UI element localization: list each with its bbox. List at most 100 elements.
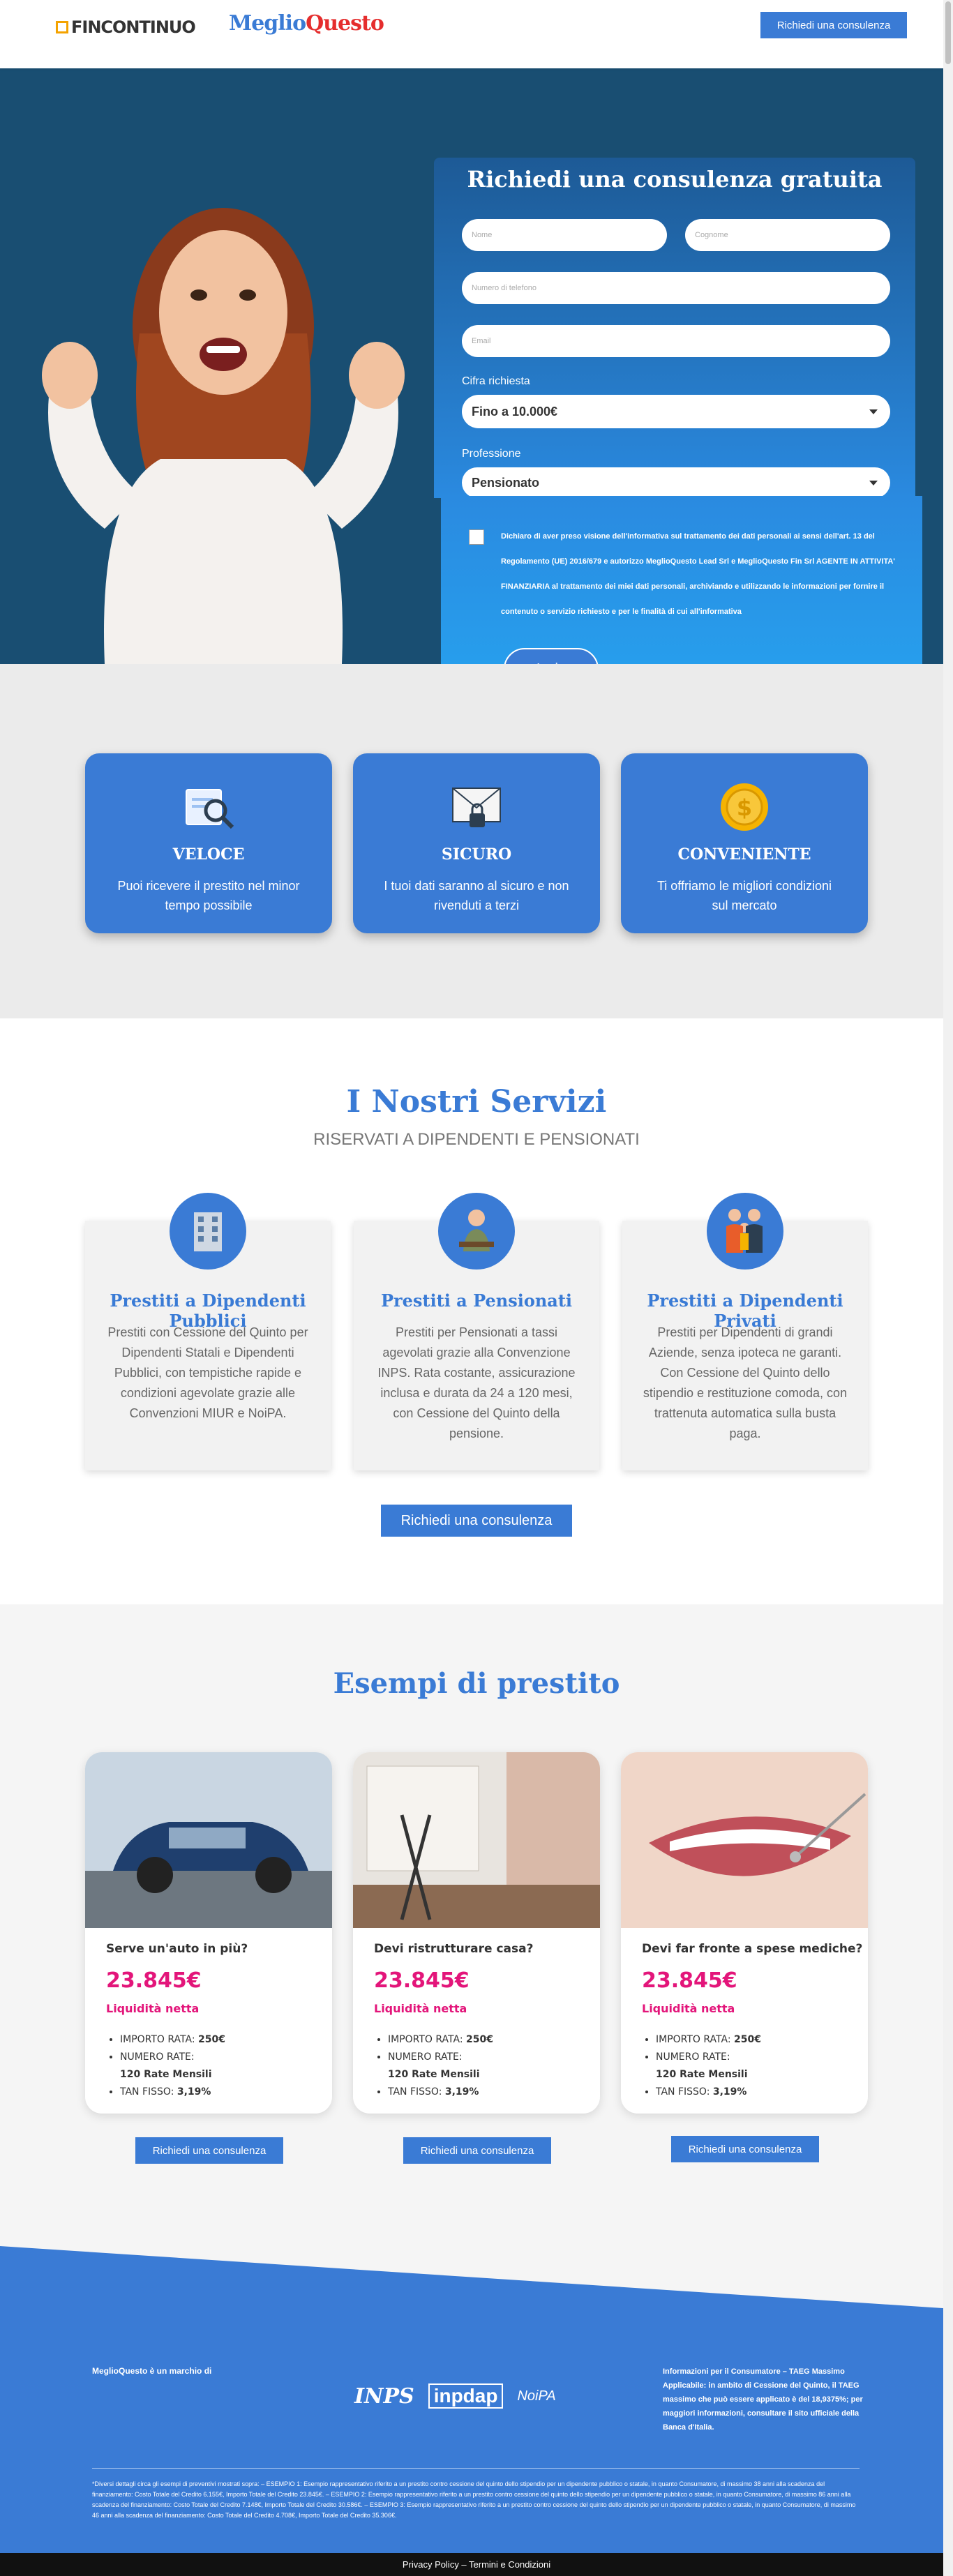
- fincontinuo-logo[interactable]: FINCONTINUO: [56, 17, 196, 37]
- loan-medico-cta-button[interactable]: Richiedi una consulenza: [671, 2136, 819, 2162]
- loan-detail-tan: TAN FISSO: 3,19%: [388, 2084, 590, 2101]
- service-title: Prestiti a Pensionati: [380, 1290, 573, 1311]
- meglioquesto-logo[interactable]: MeglioQuesto: [229, 11, 384, 36]
- profession-select-value: Pensionato: [472, 475, 540, 490]
- service-card-pubblici: Prestiti a Dipendenti Pubblici Prestiti …: [85, 1193, 331, 1470]
- header-cta-button[interactable]: Richiedi una consulenza: [760, 12, 907, 38]
- feature-title: SICURO: [441, 845, 512, 864]
- noipa-logo: NoiPA: [517, 2388, 556, 2404]
- service-icon-circle: [170, 1193, 246, 1270]
- service-desc: Prestiti con Cessione del Quinto per Dip…: [107, 1325, 308, 1420]
- loan-question: Serve un'auto in più?: [106, 1942, 248, 1956]
- amount-select[interactable]: Fino a 10.000€: [462, 395, 890, 428]
- loan-detail-rata: IMPORTO RATA: 250€: [388, 2031, 590, 2049]
- hero-section: Richiedi una consulenza gratuita Nome Co…: [0, 68, 953, 718]
- name-input[interactable]: Nome: [462, 219, 667, 251]
- logo-square-icon: [56, 21, 68, 33]
- scrollbar-thumb[interactable]: [945, 1, 951, 64]
- loan-card-casa: Devi ristrutturare casa? 23.845€ Liquidi…: [353, 1752, 600, 2114]
- renovation-room-image: [353, 1752, 600, 1928]
- site-header: FINCONTINUO MeglioQuesto Richiedi una co…: [0, 0, 953, 68]
- car-image: [85, 1752, 332, 1928]
- service-desc: Prestiti per Dipendenti di grandi Aziend…: [643, 1325, 848, 1440]
- surname-input[interactable]: Cognome: [685, 219, 890, 251]
- services-cta-button[interactable]: Richiedi una consulenza: [381, 1505, 572, 1537]
- service-icon-circle: [707, 1193, 783, 1270]
- pensioner-icon: [459, 1210, 494, 1251]
- loan-detail-rata: IMPORTO RATA: 250€: [656, 2031, 858, 2049]
- loan-examples-section: Esempi di prestito Serve un'auto in più?…: [0, 1604, 953, 2302]
- footer-divider: [92, 2468, 860, 2469]
- fincontinuo-logo-text: FINCONTINUO: [71, 17, 196, 37]
- services-subtitle: RISERVATI A DIPENDENTI E PENSIONATI: [313, 1130, 640, 1149]
- loan-amount: 23.845€: [374, 1968, 470, 1993]
- loans-title: Esempi di prestito: [333, 1667, 620, 1700]
- service-icon-circle: [438, 1193, 515, 1270]
- chevron-down-icon: [869, 409, 878, 414]
- loan-detail-numero: NUMERO RATE:120 Rate Mensili: [656, 2049, 858, 2084]
- logo-questo-text: Questo: [306, 11, 384, 36]
- features-section: VELOCE Puoi ricevere il prestito nel min…: [0, 664, 953, 1018]
- feature-title: CONVENIENTE: [677, 845, 811, 864]
- inps-logo: INPS: [354, 2383, 414, 2409]
- loan-casa-cta-button[interactable]: Richiedi una consulenza: [403, 2137, 551, 2164]
- chevron-down-icon: [869, 480, 878, 485]
- feature-desc: Ti offriamo le migliori condizioni sul m…: [656, 879, 832, 912]
- loan-detail-numero: NUMERO RATE:120 Rate Mensili: [120, 2049, 322, 2084]
- loan-card-medico: Devi far fronte a spese mediche? 23.845€…: [621, 1752, 868, 2114]
- loan-amount: 23.845€: [642, 1968, 737, 1993]
- consent-text: Dichiaro di aver preso visione dell'info…: [501, 532, 895, 616]
- happy-woman-image: [42, 208, 405, 664]
- loan-amount-label: Liquidità netta: [106, 2002, 200, 2015]
- services-title: I Nostri Servizi: [346, 1084, 607, 1120]
- profession-select[interactable]: Pensionato: [462, 467, 890, 498]
- feature-card-veloce: VELOCE Puoi ricevere il prestito nel min…: [85, 753, 332, 933]
- service-desc: Prestiti per Pensionati a tassi agevolat…: [377, 1325, 576, 1440]
- service-card-pensionati: Prestiti a Pensionati Prestiti per Pensi…: [354, 1193, 599, 1470]
- loan-question: Devi ristrutturare casa?: [374, 1942, 534, 1956]
- feature-desc: Puoi ricevere il prestito nel minor temp…: [117, 879, 300, 912]
- feature-card-conveniente: $ CONVENIENTE Ti offriamo le migliori co…: [621, 753, 868, 933]
- loan-question: Devi far fronte a spese mediche?: [642, 1942, 863, 1956]
- loan-amount-label: Liquidità netta: [374, 2002, 467, 2015]
- page-scrollbar[interactable]: [943, 0, 953, 2576]
- loan-auto-cta-button[interactable]: Richiedi una consulenza: [135, 2137, 283, 2164]
- loan-detail-rata: IMPORTO RATA: 250€: [120, 2031, 322, 2049]
- bottom-bar-links[interactable]: Privacy Policy – Termini e Condizioni: [0, 2553, 953, 2576]
- loan-amount-label: Liquidità netta: [642, 2002, 735, 2015]
- loan-details: IMPORTO RATA: 250€ NUMERO RATE:120 Rate …: [388, 2031, 590, 2101]
- services-section: I Nostri Servizi RISERVATI A DIPENDENTI …: [0, 1018, 953, 1604]
- consent-checkbox[interactable]: [469, 529, 484, 545]
- svg-text:$: $: [737, 794, 752, 821]
- loan-detail-numero: NUMERO RATE:120 Rate Mensili: [388, 2049, 590, 2084]
- feature-title: VELOCE: [172, 845, 245, 864]
- phone-input[interactable]: Numero di telefono: [462, 272, 890, 304]
- building-icon: [194, 1212, 222, 1251]
- magnifier-document-icon: [186, 789, 234, 829]
- amount-select-value: Fino a 10.000€: [472, 404, 558, 419]
- loan-card-auto: Serve un'auto in più? 23.845€ Liquidità …: [85, 1752, 332, 2114]
- logo-meglio-text: Meglio: [229, 11, 306, 36]
- family-icon: [726, 1209, 763, 1253]
- profession-label: Professione: [462, 448, 521, 460]
- amount-label: Cifra richiesta: [462, 375, 530, 387]
- secure-envelope-icon: [452, 788, 501, 827]
- partner-logos: INPS inpdap NoiPA: [354, 2379, 564, 2413]
- loan-details: IMPORTO RATA: 250€ NUMERO RATE:120 Rate …: [120, 2031, 322, 2101]
- feature-desc: I tuoi dati saranno al sicuro e non rive…: [384, 879, 569, 912]
- loan-detail-tan: TAN FISSO: 3,19%: [656, 2084, 858, 2101]
- consultation-form: Richiedi una consulenza gratuita Nome Co…: [434, 158, 915, 498]
- loan-detail-tan: TAN FISSO: 3,19%: [120, 2084, 322, 2101]
- consumer-info: Informazioni per il Consumatore – TAEG M…: [663, 2367, 863, 2432]
- fine-print: *Diversi dettagli circa gli esempi di pr…: [92, 2480, 856, 2519]
- email-input[interactable]: Email: [462, 325, 890, 357]
- feature-card-sicuro: SICURO I tuoi dati saranno al sicuro e n…: [353, 753, 600, 933]
- form-title: Richiedi una consulenza gratuita: [467, 166, 883, 193]
- loan-amount: 23.845€: [106, 1968, 202, 1993]
- inpdap-logo: inpdap: [428, 2383, 504, 2409]
- service-card-privati: Prestiti a Dipendenti Privati Prestiti p…: [622, 1193, 868, 1470]
- coin-icon: $: [721, 783, 768, 831]
- brand-mark-text: MeglioQuesto è un marchio di: [92, 2366, 212, 2376]
- dental-smile-image: [621, 1752, 868, 1928]
- loan-details: IMPORTO RATA: 250€ NUMERO RATE:120 Rate …: [656, 2031, 858, 2101]
